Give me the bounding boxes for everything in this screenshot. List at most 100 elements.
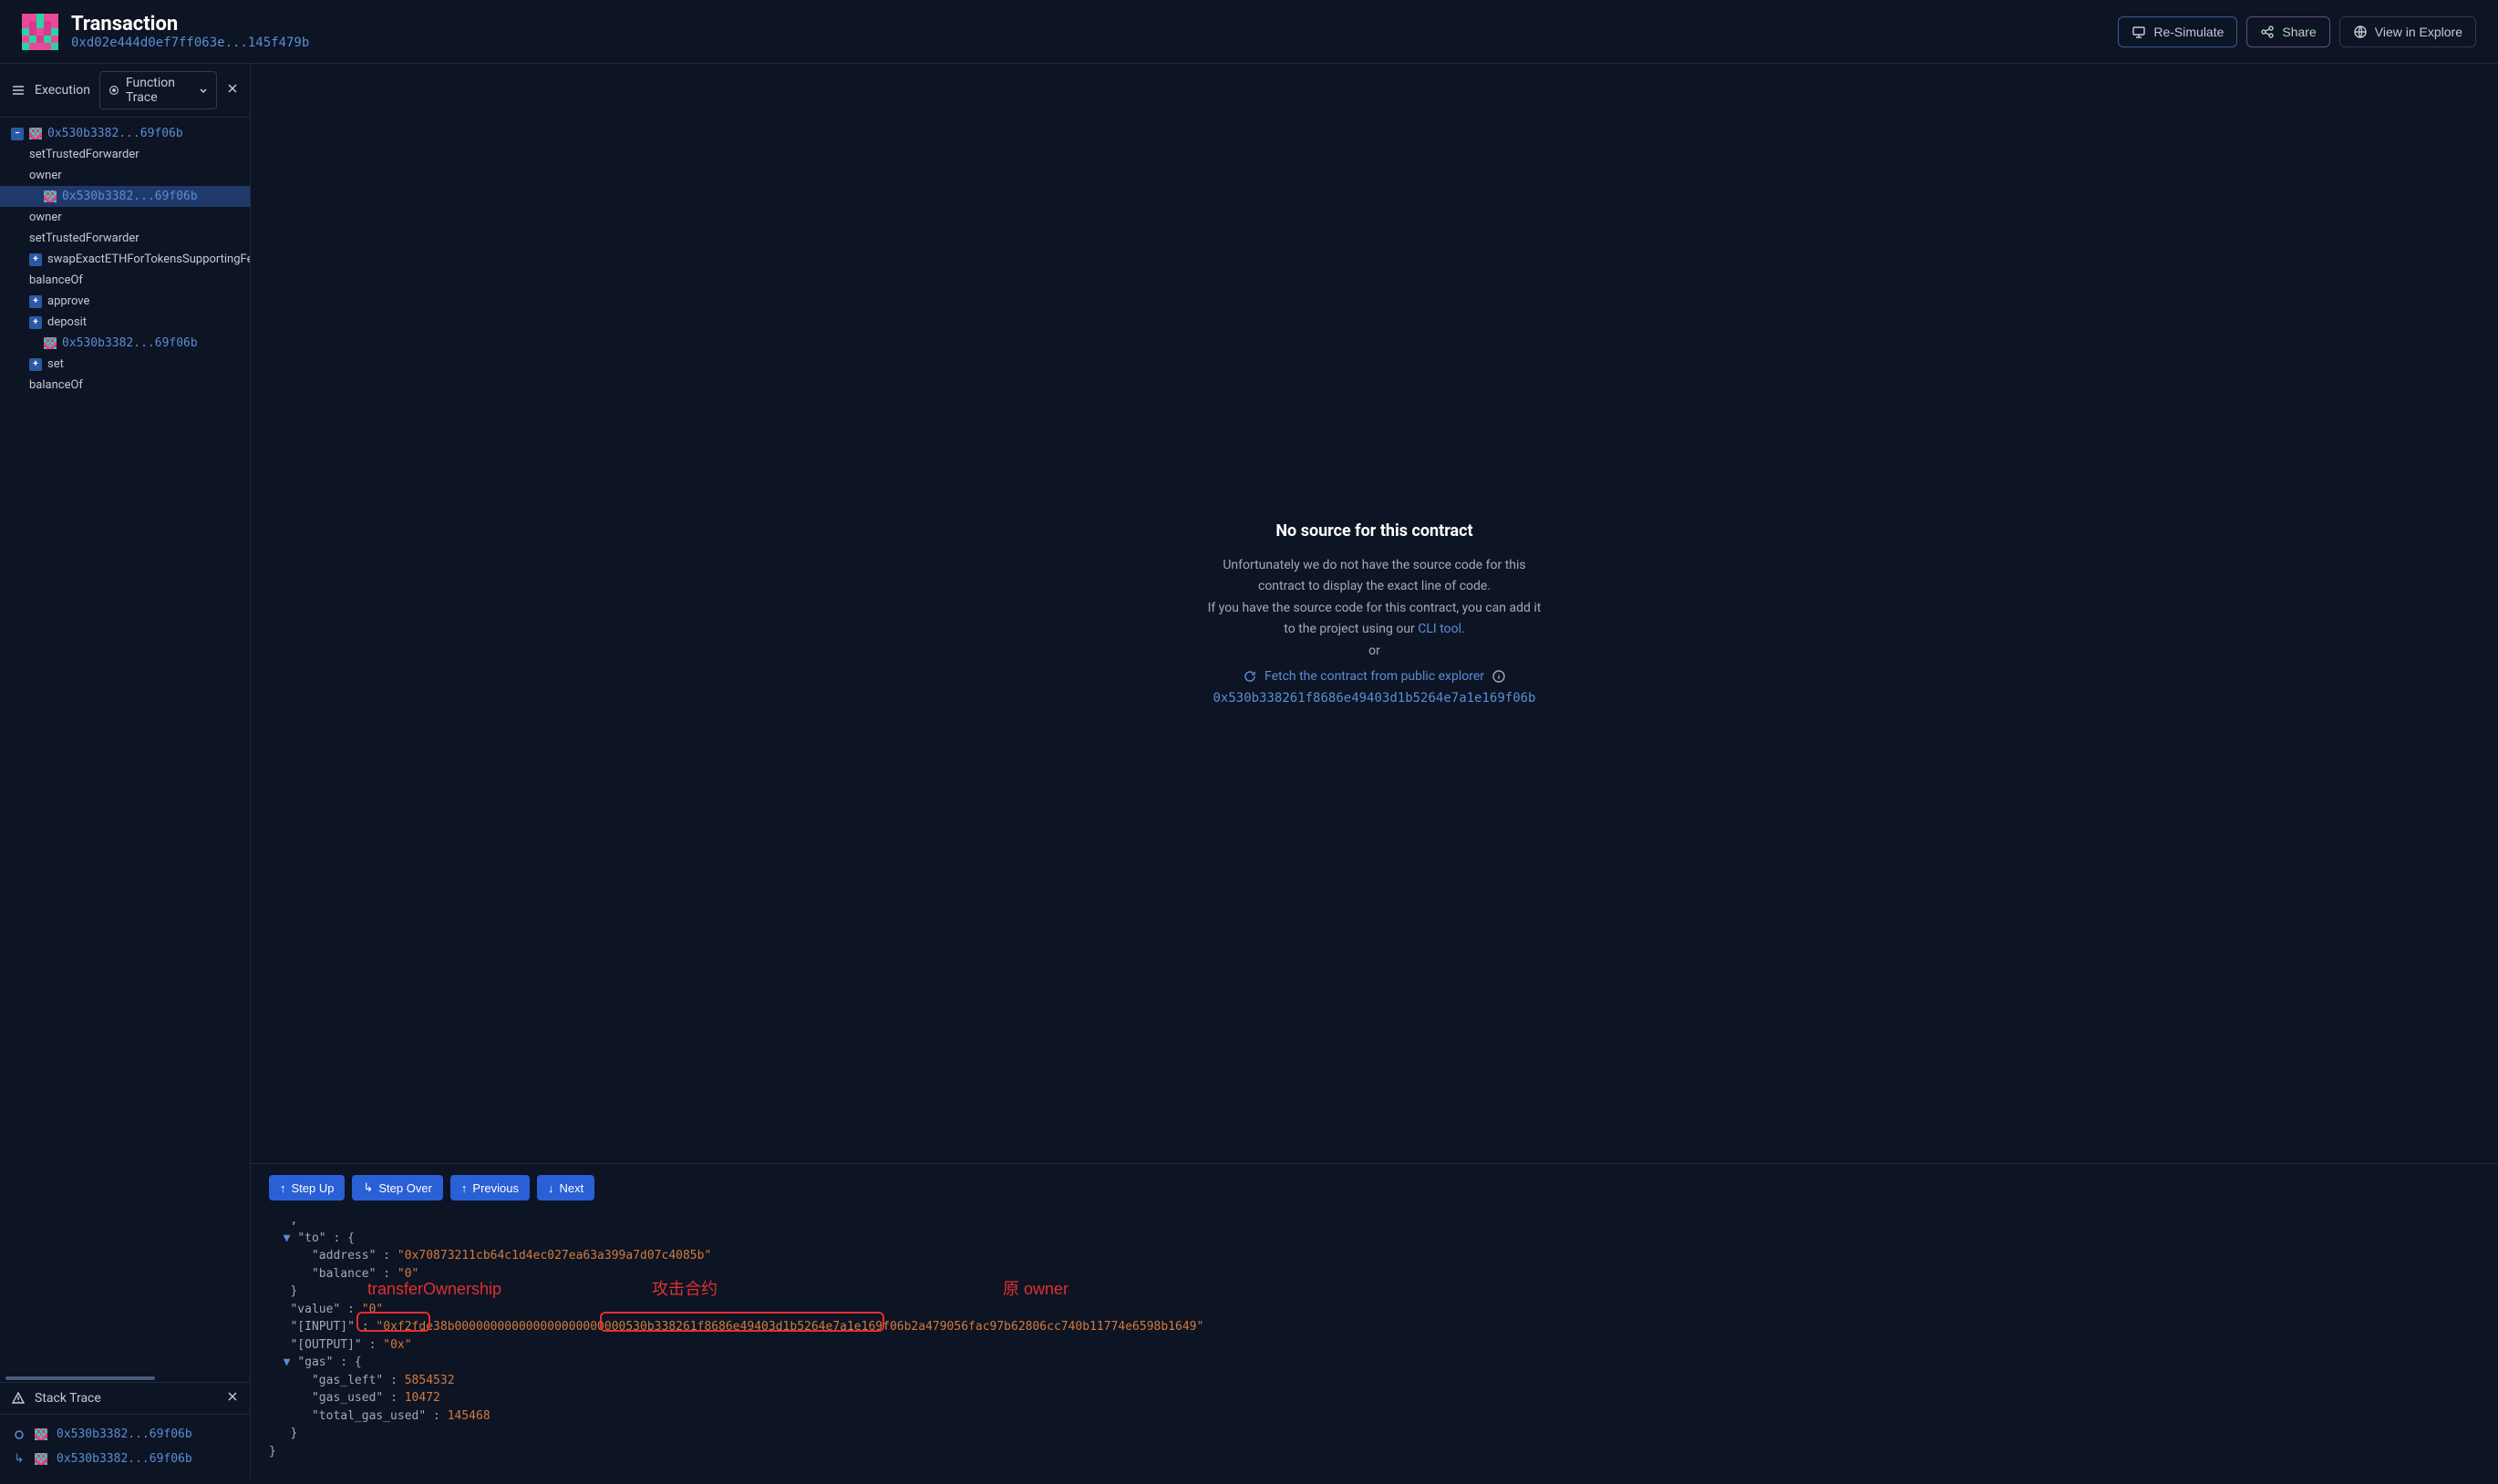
stack-close-button[interactable] (226, 1390, 239, 1407)
expand-toggle[interactable]: + (29, 253, 42, 266)
stack-item[interactable]: ↳0x530b3382...69f06b (0, 1447, 250, 1471)
function-trace-label: Function Trace (126, 76, 192, 105)
tree-item-label: balanceOf (29, 378, 83, 392)
sidebar: Execution Function Trace − 0x530b3382...6… (0, 64, 251, 1479)
fetch-contract-row: Fetch the contract from public explorer (1243, 669, 1506, 684)
execution-panel-header: Execution Function Trace (0, 64, 250, 118)
tree-item[interactable]: owner (0, 207, 250, 228)
no-source-text-2: contract to display the exact line of co… (1258, 578, 1491, 596)
content-area: No source for this contract Unfortunatel… (251, 64, 2498, 1479)
cli-tool-link[interactable]: CLI tool (1418, 622, 1461, 636)
stack-trace-panel: Stack Trace 0x530b3382...69f06b↳0x530b33… (0, 1382, 250, 1479)
step-over-button[interactable]: ↳ Step Over (352, 1175, 442, 1201)
execution-close-button[interactable] (226, 82, 239, 98)
expand-toggle[interactable]: + (29, 316, 42, 329)
tree-item-label: 0x530b3382...69f06b (62, 190, 198, 203)
resimulate-label: Re-Simulate (2153, 25, 2224, 39)
execution-title: Execution (35, 83, 90, 98)
tree-item-label: deposit (47, 315, 87, 329)
tree-item[interactable]: + deposit (0, 312, 250, 333)
tree-item-label: 0x530b3382...69f06b (62, 336, 198, 350)
main-layout: Execution Function Trace − 0x530b3382...6… (0, 64, 2498, 1479)
tree-horizontal-scrollbar[interactable] (0, 1375, 250, 1382)
tree-item[interactable]: setTrustedForwarder (0, 144, 250, 165)
tree-item-label: setTrustedForwarder (29, 148, 139, 161)
expand-toggle[interactable]: + (29, 295, 42, 308)
header-actions: Re-Simulate Share View in Explore (2118, 16, 2476, 47)
expand-toggle[interactable]: − (11, 128, 24, 140)
json-view[interactable]: , ▼ "to" : { "address" : "0x70873211cb64… (251, 1211, 2498, 1479)
warning-icon (11, 1391, 26, 1406)
no-source-text-1: Unfortunately we do not have the source … (1223, 557, 1525, 575)
fetch-contract-link[interactable]: Fetch the contract from public explorer (1264, 669, 1484, 684)
resimulate-button[interactable]: Re-Simulate (2118, 16, 2237, 47)
highlight-box-selector (356, 1312, 430, 1332)
no-source-title: No source for this contract (1275, 521, 1472, 541)
header-title-block: Transaction 0xd02e444d0ef7ff063e...145f4… (71, 13, 309, 50)
view-explorer-button[interactable]: View in Explore (2339, 16, 2476, 47)
annotation-transfer-ownership: transferOwnership (367, 1277, 501, 1302)
highlight-box-address (600, 1312, 884, 1332)
circle-marker-icon (13, 1428, 26, 1441)
next-button[interactable]: ↓ Next (537, 1175, 594, 1201)
transaction-avatar-icon (22, 14, 58, 50)
step-up-button[interactable]: ↑ Step Up (269, 1175, 345, 1201)
stack-item[interactable]: 0x530b3382...69f06b (0, 1422, 250, 1447)
tree-item[interactable]: owner (0, 165, 250, 186)
arrow-up-icon: ↑ (461, 1181, 468, 1195)
share-icon (2260, 25, 2275, 39)
list-icon (11, 83, 26, 98)
page-header: Transaction 0xd02e444d0ef7ff063e...145f4… (0, 0, 2498, 64)
arrow-down-icon: ↓ (548, 1181, 554, 1195)
function-trace-dropdown[interactable]: Function Trace (99, 71, 217, 109)
stack-address: 0x530b3382...69f06b (57, 1427, 192, 1441)
tree-item-label: owner (29, 211, 62, 224)
monitor-icon (2132, 25, 2146, 39)
transaction-hash[interactable]: 0xd02e444d0ef7ff063e...145f479b (71, 36, 309, 50)
annotation-original-owner: 原 owner (1003, 1277, 1068, 1302)
expand-toggle[interactable]: + (29, 358, 42, 371)
contract-avatar-icon (44, 191, 57, 203)
tree-item-label: setTrustedForwarder (29, 232, 139, 245)
refresh-icon (1243, 669, 1257, 684)
tree-item[interactable]: + approve (0, 291, 250, 312)
chevron-down-icon (198, 85, 209, 96)
tree-item-label: owner (29, 169, 62, 182)
previous-label: Previous (472, 1181, 519, 1195)
function-trace-tree[interactable]: − 0x530b3382...69f06b setTrustedForwarder o… (0, 118, 250, 1375)
tree-item[interactable]: + swapExactETHForTokensSupportingFe (0, 249, 250, 270)
tree-item-label: balanceOf (29, 273, 83, 287)
tree-item[interactable]: 0x530b3382...69f06b (0, 333, 250, 354)
annotation-attack-contract: 攻击合约 (652, 1277, 717, 1302)
tree-item[interactable]: setTrustedForwarder (0, 228, 250, 249)
no-source-panel: No source for this contract Unfortunatel… (251, 64, 2498, 1163)
no-source-or: or (1368, 643, 1380, 661)
scrollbar-thumb[interactable] (5, 1376, 155, 1380)
page-title: Transaction (71, 13, 309, 36)
share-button[interactable]: Share (2246, 16, 2329, 47)
tree-item-label: 0x530b3382...69f06b (47, 127, 183, 140)
next-label: Next (560, 1181, 584, 1195)
info-icon[interactable] (1492, 669, 1506, 684)
contract-address[interactable]: 0x530b338261f8686e49403d1b5264e7a1e169f0… (1213, 691, 1535, 706)
globe-icon (2353, 25, 2368, 39)
tree-item-label: swapExactETHForTokensSupportingFe (47, 252, 250, 266)
tree-item-label: approve (47, 294, 89, 308)
tree-item[interactable]: balanceOf (0, 375, 250, 396)
stack-address: 0x530b3382...69f06b (57, 1452, 192, 1466)
no-source-text-3b: to the project using our CLI tool. (1284, 621, 1464, 639)
tree-item[interactable]: 0x530b3382...69f06b (0, 186, 250, 207)
stack-trace-title: Stack Trace (35, 1391, 101, 1406)
share-label: Share (2282, 25, 2316, 39)
previous-button[interactable]: ↑ Previous (450, 1175, 530, 1201)
stack-trace-list: 0x530b3382...69f06b↳0x530b3382...69f06b (0, 1415, 250, 1479)
no-source-text-3a: If you have the source code for this con… (1208, 600, 1542, 618)
step-up-label: Step Up (292, 1181, 335, 1195)
tree-item[interactable]: balanceOf (0, 270, 250, 291)
view-explorer-label: View in Explore (2375, 25, 2462, 39)
contract-avatar-icon (44, 337, 57, 350)
tree-item[interactable]: − 0x530b3382...69f06b (0, 123, 250, 144)
contract-avatar-icon (35, 1428, 47, 1441)
tree-item[interactable]: +set (0, 354, 250, 375)
header-left: Transaction 0xd02e444d0ef7ff063e...145f4… (22, 13, 2118, 50)
